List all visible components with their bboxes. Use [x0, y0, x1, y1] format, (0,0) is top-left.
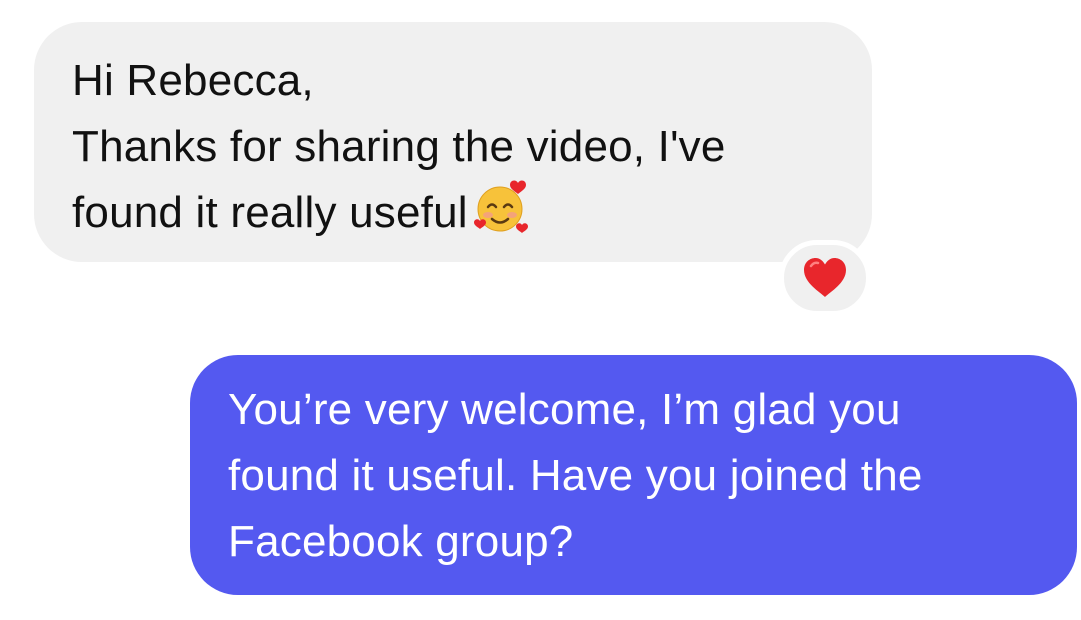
message-line: Facebook group?	[228, 517, 574, 566]
incoming-message-bubble[interactable]: Hi Rebecca, Thanks for sharing the video…	[34, 22, 872, 262]
red-heart-icon	[804, 258, 846, 297]
message-line-text: found it really useful	[72, 188, 468, 237]
message-line: Thanks for sharing the video, I've	[72, 122, 726, 171]
smiling-face-with-hearts-icon	[473, 180, 528, 235]
message-line: found it useful. Have you joined the	[228, 451, 923, 500]
message-line: found it really useful	[72, 180, 836, 246]
reaction-badge[interactable]	[779, 240, 871, 316]
message-line: Hi Rebecca,	[72, 56, 314, 105]
chat-thread: Hi Rebecca, Thanks for sharing the video…	[0, 0, 1081, 620]
message-line: You’re very welcome, I’m glad you	[228, 385, 901, 434]
outgoing-message-bubble[interactable]: You’re very welcome, I’m glad you found …	[190, 355, 1077, 595]
